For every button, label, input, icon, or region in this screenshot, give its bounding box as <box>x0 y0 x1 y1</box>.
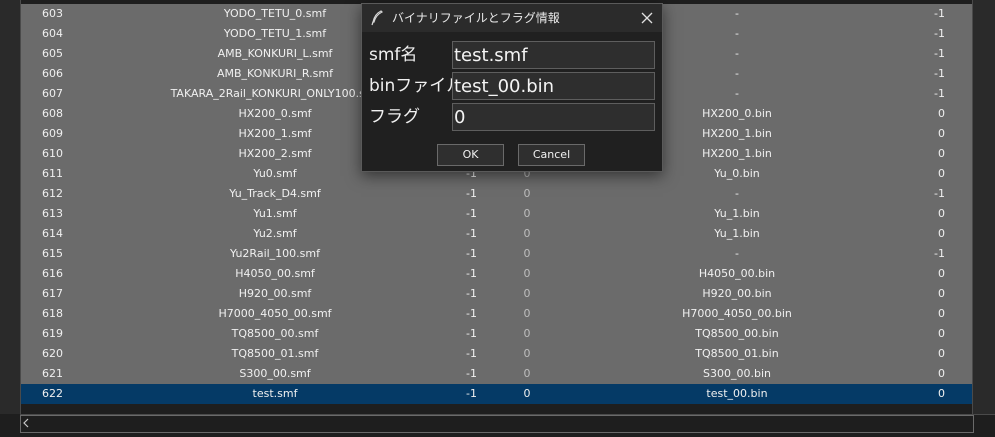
row-bin-file: H920_00.bin <box>702 287 772 300</box>
row-flag: 0 <box>938 127 945 140</box>
row-flag: -1 <box>934 7 945 20</box>
row-flag: 0 <box>938 367 945 380</box>
table-row[interactable]: 622 test.smf -1 0 test_00.bin 0 <box>21 384 972 404</box>
row-value-a: -1 <box>466 367 477 380</box>
cancel-button[interactable]: Cancel <box>518 144 585 166</box>
row-flag: -1 <box>934 27 945 40</box>
row-flag: 0 <box>938 267 945 280</box>
row-value-a: -1 <box>466 227 477 240</box>
row-value-a: -1 <box>466 207 477 220</box>
right-frame <box>972 0 995 414</box>
table-row[interactable]: 617 H920_00.smf -1 0 H920_00.bin 0 <box>21 284 972 304</box>
row-bin-file: H4050_00.bin <box>698 267 776 280</box>
scrollbar-track[interactable] <box>20 415 974 433</box>
left-frame <box>0 0 21 414</box>
row-flag: -1 <box>934 247 945 260</box>
row-flag: 0 <box>938 307 945 320</box>
table-row[interactable]: 613 Yu1.smf -1 0 Yu_1.bin 0 <box>21 204 972 224</box>
row-value-a: -1 <box>466 347 477 360</box>
flag-field[interactable]: 0 <box>452 103 655 131</box>
row-value-b: 0 <box>523 387 531 400</box>
table-row[interactable]: 615 Yu2Rail_100.smf -1 0- -1 <box>21 244 972 264</box>
row-value-a: -1 <box>466 187 477 200</box>
row-flag: -1 <box>934 187 945 200</box>
horizontal-scrollbar[interactable] <box>20 414 995 435</box>
row-flag: 0 <box>938 287 945 300</box>
bin-file-field[interactable]: test_00.bin <box>452 72 655 100</box>
row-flag: -1 <box>934 87 945 100</box>
binary-flag-dialog: バイナリファイルとフラグ情報 smf名 test.smf binファイル tes… <box>361 3 663 172</box>
row-flag: 0 <box>938 167 945 180</box>
row-flag: 0 <box>938 107 945 120</box>
table-row[interactable]: 620 TQ8500_01.smf -1 0 TQ8500_01.bin 0 <box>21 344 972 364</box>
row-bin-file: - <box>735 247 739 260</box>
row-value-b: 0 <box>523 267 531 280</box>
row-bin-file: S300_00.bin <box>703 367 771 380</box>
row-value-b: 0 <box>523 347 531 360</box>
row-bin-file: Yu_1.bin <box>714 207 760 220</box>
row-bin-file: TQ8500_01.bin <box>695 347 779 360</box>
row-flag: -1 <box>934 67 945 80</box>
row-value-a: -1 <box>466 307 477 320</box>
row-bin-file: test_00.bin <box>706 387 768 400</box>
row-flag: -1 <box>934 47 945 60</box>
bin-file-label: binファイル <box>369 76 464 96</box>
chevron-left-icon[interactable] <box>20 415 32 431</box>
row-bin-file: - <box>735 187 739 200</box>
table-row[interactable]: 614 Yu2.smf -1 0 Yu_1.bin 0 <box>21 224 972 244</box>
row-bin-file: TQ8500_00.bin <box>695 327 779 340</box>
dialog-body: smf名 test.smf binファイル test_00.bin フラグ 0 <box>362 32 662 171</box>
row-value-b: 0 <box>523 327 531 340</box>
table-row[interactable]: 619 TQ8500_00.smf -1 0 TQ8500_00.bin 0 <box>21 324 972 344</box>
row-value-b: 0 <box>523 187 531 200</box>
close-button[interactable] <box>632 4 662 32</box>
row-flag: 0 <box>938 387 945 400</box>
row-value-b: 0 <box>523 367 531 380</box>
row-value-a: -1 <box>466 247 477 260</box>
row-flag: 0 <box>938 147 945 160</box>
ok-button[interactable]: OK <box>437 144 504 166</box>
row-bin-file: H7000_4050_00.bin <box>682 307 792 320</box>
row-flag: 0 <box>938 347 945 360</box>
flag-label: フラグ <box>369 107 420 127</box>
dialog-title: バイナリファイルとフラグ情報 <box>392 11 560 25</box>
row-value-a: -1 <box>466 267 477 280</box>
row-value-a: -1 <box>466 327 477 340</box>
table-row[interactable]: 618 H7000_4050_00.smf -1 0 H7000_4050_00.bin… <box>21 304 972 324</box>
table-row[interactable]: 616 H4050_00.smf -1 0 H4050_00.bin 0 <box>21 264 972 284</box>
smf-name-field[interactable]: test.smf <box>452 41 655 69</box>
row-value-b: 0 <box>523 247 531 260</box>
table-row[interactable]: 621 S300_00.smf -1 0 S300_00.bin 0 <box>21 364 972 384</box>
row-flag: 0 <box>938 327 945 340</box>
table-row[interactable]: 612 Yu_Track_D4.smf -1 0- -1 <box>21 184 972 204</box>
row-value-b: 0 <box>523 207 531 220</box>
row-value-b: 0 <box>523 307 531 320</box>
row-value-a: -1 <box>466 387 477 400</box>
row-bin-file: Yu_1.bin <box>714 227 760 240</box>
row-flag: 0 <box>938 207 945 220</box>
row-flag: 0 <box>938 227 945 240</box>
dialog-titlebar[interactable]: バイナリファイルとフラグ情報 <box>362 4 662 32</box>
row-value-b: 0 <box>523 287 531 300</box>
feather-icon <box>370 10 384 26</box>
row-value-b: 0 <box>523 227 531 240</box>
smf-name-label: smf名 <box>369 45 418 65</box>
row-value-a: -1 <box>466 287 477 300</box>
